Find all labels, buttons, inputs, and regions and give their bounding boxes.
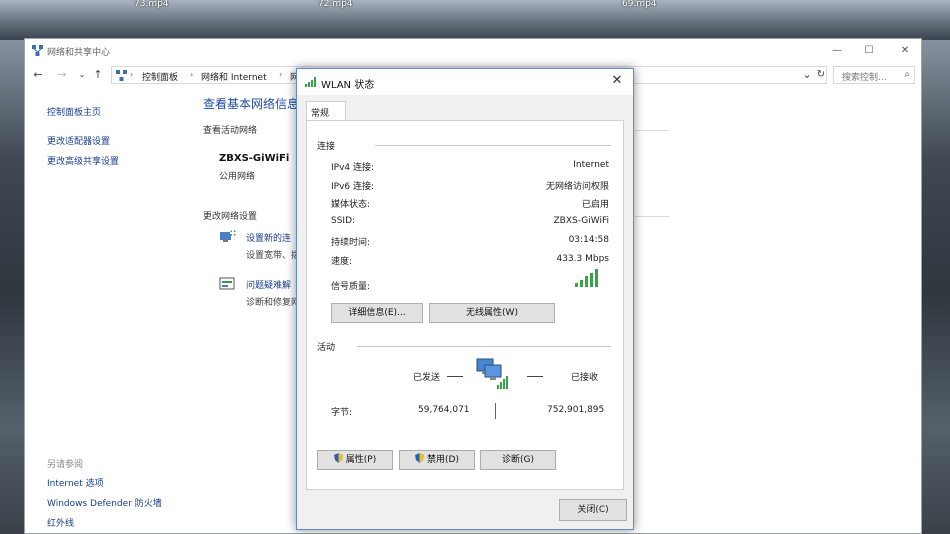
media-state-label: 媒体状态: (331, 200, 371, 210)
network-computers-icon (476, 358, 508, 389)
control-panel-home-link[interactable]: 控制面板主页 (47, 105, 101, 118)
signal-bar (590, 272, 593, 287)
setup-connection-link[interactable]: 设置新的连 (246, 231, 291, 244)
received-label: 已接收 (571, 373, 599, 383)
setup-connection-desc: 设置宽带、拨 (246, 251, 301, 261)
active-networks-label: 查看活动网络 (203, 126, 258, 136)
bytes-received-value: 752,901,895 (547, 405, 605, 415)
minimize-button[interactable]: — (827, 43, 847, 59)
bytes-sent-value: 59,764,071 (418, 405, 470, 415)
network-icon (116, 70, 127, 81)
section-divider (635, 130, 669, 131)
breadcrumb-separator: › (130, 70, 134, 79)
close-button[interactable]: 关闭(C) (559, 499, 627, 521)
dialog-title: WLAN 状态 (321, 80, 375, 91)
general-panel: 连接 IPv4 连接: Internet IPv6 连接: 无网络访问权限 媒体… (306, 120, 624, 490)
signal-quality-label: 信号质量: (331, 282, 371, 292)
desktop-file-3[interactable]: 69.mp4 (622, 0, 657, 9)
duration-label: 持续时间: (331, 238, 371, 248)
see-also-label: 另请参阅 (47, 460, 84, 470)
signal-bar (575, 283, 578, 287)
speed-label: 速度: (331, 257, 353, 267)
recent-chevron-icon[interactable]: ⌄ (75, 68, 89, 82)
media-state-value: 已启用 (581, 200, 609, 210)
group-divider (357, 346, 611, 347)
refresh-icon[interactable]: ↻ (814, 68, 828, 82)
maximize-button[interactable]: ☐ (859, 43, 879, 59)
breadcrumb-network-internet[interactable]: 网络和 Internet (201, 70, 267, 83)
activity-group-label: 活动 (317, 343, 336, 353)
desktop-file-1[interactable]: 73.mp4 (134, 0, 169, 9)
wireless-properties-button[interactable]: 无线属性(W) (429, 303, 555, 323)
page-title: 查看基本网络信息 (203, 97, 300, 111)
properties-button-label: 属性(P) (345, 455, 377, 465)
speed-value: 433.3 Mbps (556, 254, 609, 264)
troubleshoot-icon (219, 277, 235, 290)
signal-quality-icon (575, 269, 599, 287)
ipv6-value: 无网络访问权限 (545, 182, 609, 192)
disable-button[interactable]: 禁用(D) (399, 450, 475, 470)
signal-bar (580, 279, 583, 287)
change-adapter-settings-link[interactable]: 更改适配器设置 (47, 134, 110, 147)
wlan-status-dialog: WLAN 状态 ✕ 常规 连接 IPv4 连接: Internet IPv6 连… (296, 68, 634, 530)
disable-button-label: 禁用(D) (427, 455, 459, 465)
tab-general-label: 常规 (311, 109, 330, 119)
ssid-label: SSID: (331, 216, 356, 226)
forward-arrow-icon[interactable]: → (55, 68, 69, 82)
change-advanced-sharing-link[interactable]: 更改高级共享设置 (47, 154, 119, 167)
network-name: ZBXS-GiWiFi (219, 153, 290, 164)
breadcrumb-separator: › (279, 70, 283, 79)
section-divider (635, 216, 669, 217)
breadcrumb-separator: › (190, 70, 194, 79)
signal-bar (595, 269, 598, 287)
change-settings-label: 更改网络设置 (203, 212, 258, 222)
explorer-titlebar[interactable]: 网络和共享中心 — ☐ ✕ (25, 39, 921, 63)
back-arrow-icon[interactable]: ← (31, 68, 45, 82)
troubleshoot-desc: 诊断和修复网 (246, 298, 301, 308)
activity-line (527, 376, 543, 377)
bytes-label: 字节: (331, 408, 353, 418)
group-divider (375, 145, 611, 146)
troubleshoot-link[interactable]: 问题疑难解 (246, 278, 291, 291)
connection-group-label: 连接 (317, 142, 336, 152)
tab-general[interactable]: 常规 (306, 101, 346, 121)
explorer-title: 网络和共享中心 (47, 48, 111, 58)
defender-firewall-link[interactable]: Windows Defender 防火墙 (47, 496, 162, 509)
search-placeholder: 搜索控制... (842, 73, 887, 83)
ipv6-label: IPv6 连接: (331, 182, 375, 192)
diagnose-button[interactable]: 诊断(G) (480, 450, 556, 470)
ssid-value: ZBXS-GiWiFi (553, 216, 610, 226)
sent-label: 已发送 (413, 373, 441, 383)
network-type-link[interactable]: 公用网络 (219, 169, 255, 182)
details-button[interactable]: 详细信息(E)... (331, 303, 423, 323)
properties-button[interactable]: 属性(P) (317, 450, 393, 470)
duration-value: 03:14:58 (568, 235, 609, 245)
dialog-close-icon[interactable]: ✕ (609, 73, 625, 89)
ipv4-value: Internet (573, 160, 609, 170)
search-input[interactable]: 搜索控制... ⌕ (833, 66, 915, 84)
wifi-signal-icon (305, 77, 316, 87)
activity-divider (495, 403, 496, 419)
window-close-button[interactable]: ✕ (895, 43, 915, 59)
network-setup-icon (220, 230, 236, 242)
uac-shield-icon (333, 453, 343, 463)
up-arrow-icon[interactable]: ↑ (91, 68, 105, 82)
uac-shield-icon (415, 453, 425, 463)
ipv4-label: IPv4 连接: (331, 163, 375, 173)
internet-options-link[interactable]: Internet 选项 (47, 476, 104, 489)
signal-bar (585, 276, 588, 287)
activity-line (447, 376, 463, 377)
desktop-file-2[interactable]: 72.mp4 (318, 0, 353, 9)
dialog-titlebar[interactable]: WLAN 状态 ✕ (297, 69, 633, 95)
network-icon (32, 45, 43, 56)
search-icon: ⌕ (904, 69, 910, 80)
address-dropdown-icon[interactable]: ⌄ (800, 68, 814, 82)
breadcrumb-control-panel[interactable]: 控制面板 (142, 70, 178, 83)
infrared-link[interactable]: 红外线 (47, 516, 74, 529)
